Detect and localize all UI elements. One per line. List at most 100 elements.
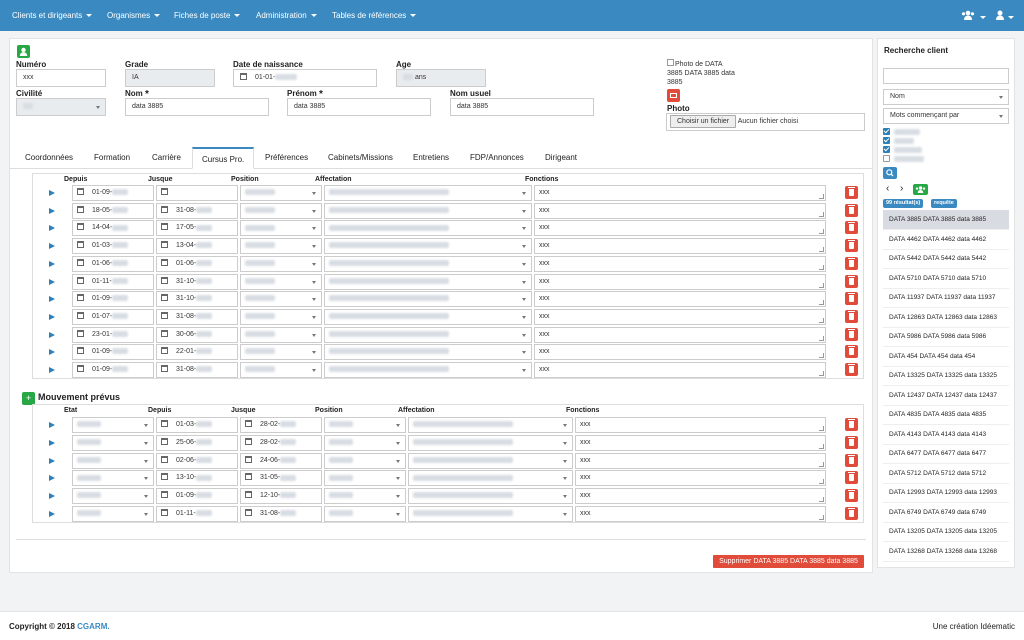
delete-row-button[interactable] xyxy=(845,435,858,449)
result-item[interactable]: DATA 5712 DATA 5712 data 5712 xyxy=(883,464,1009,484)
date-input[interactable]: 31-08- xyxy=(156,362,238,378)
expand-row-icon[interactable] xyxy=(49,367,55,373)
resize-handle[interactable] xyxy=(819,371,824,376)
resize-handle[interactable] xyxy=(819,497,824,503)
search-mode-select[interactable]: Mots commençant par xyxy=(883,108,1009,124)
delete-row-button[interactable] xyxy=(845,345,858,359)
result-item[interactable]: DATA 12993 DATA 12993 data 12993 xyxy=(883,483,1009,503)
expand-row-icon[interactable] xyxy=(49,331,55,338)
select-input[interactable] xyxy=(408,434,573,451)
date-input[interactable]: 18-05- xyxy=(72,202,154,219)
expand-row-icon[interactable] xyxy=(49,243,55,250)
select-input[interactable] xyxy=(324,362,532,378)
photo-file-input[interactable]: Choisir un fichier Aucun fichier choisi xyxy=(666,113,865,131)
result-item[interactable]: DATA 11937 DATA 11937 data 11937 xyxy=(883,288,1009,308)
select-input[interactable] xyxy=(324,220,532,237)
select-input[interactable] xyxy=(324,417,406,433)
delete-row-button[interactable] xyxy=(845,453,858,467)
date-input[interactable]: 01-03- xyxy=(156,417,238,433)
nom-input[interactable]: data 3885 xyxy=(125,98,269,116)
fonctions-textarea[interactable]: xxx xyxy=(534,326,826,343)
date-input[interactable] xyxy=(156,185,238,201)
delete-row-button[interactable] xyxy=(845,507,858,520)
expand-row-icon[interactable] xyxy=(49,296,55,303)
date-input[interactable]: 01-09- xyxy=(72,344,154,361)
requete-badge[interactable]: requête xyxy=(931,199,957,208)
fonctions-textarea[interactable]: xxx xyxy=(575,434,826,451)
fonctions-textarea[interactable]: xxx xyxy=(534,344,826,361)
fonctions-textarea[interactable]: xxx xyxy=(534,238,826,255)
delete-row-button[interactable] xyxy=(845,274,858,288)
chevron-left-icon[interactable]: ‹ xyxy=(886,184,889,194)
date-input[interactable]: 14-04- xyxy=(72,220,154,237)
nom-usuel-input[interactable]: data 3885 xyxy=(450,98,594,116)
select-input[interactable] xyxy=(408,506,573,522)
delete-row-button[interactable] xyxy=(845,239,858,253)
nav-clients[interactable]: Clients et dirigeants xyxy=(12,11,93,20)
resize-handle[interactable] xyxy=(819,353,824,359)
chevron-right-icon[interactable]: › xyxy=(900,184,903,194)
expand-row-icon[interactable] xyxy=(49,422,55,428)
date-input[interactable]: 28-02- xyxy=(240,417,322,433)
date-input[interactable]: 01-09- xyxy=(72,185,154,201)
fonctions-textarea[interactable]: xxx xyxy=(575,417,826,433)
select-input[interactable] xyxy=(324,308,532,325)
fonctions-textarea[interactable]: xxx xyxy=(575,506,826,522)
search-field-select[interactable]: Nom xyxy=(883,89,1009,105)
select-input[interactable] xyxy=(240,362,322,378)
date-input[interactable]: 01-09- xyxy=(72,362,154,378)
date-input[interactable]: 31-10- xyxy=(156,291,238,308)
expand-row-icon[interactable] xyxy=(49,493,55,500)
choose-file-button[interactable]: Choisir un fichier xyxy=(670,115,737,128)
delete-row-button[interactable] xyxy=(845,471,858,485)
result-item[interactable]: DATA 12863 DATA 12863 data 12863 xyxy=(883,308,1009,328)
filter-checkbox[interactable] xyxy=(883,146,890,153)
date-input[interactable]: 01-09- xyxy=(72,291,154,308)
resize-handle[interactable] xyxy=(819,479,824,485)
fonctions-textarea[interactable]: xxx xyxy=(575,452,826,469)
filter-checkbox[interactable] xyxy=(883,128,890,135)
delete-row-button[interactable] xyxy=(845,186,858,199)
result-item[interactable]: DATA 454 DATA 454 data 454 xyxy=(883,347,1009,367)
result-item[interactable]: DATA 5442 DATA 5442 data 5442 xyxy=(883,249,1009,269)
expand-row-icon[interactable] xyxy=(49,260,55,267)
nav-organismes[interactable]: Organismes xyxy=(107,11,161,20)
users-icon[interactable] xyxy=(913,184,928,195)
select-input[interactable] xyxy=(324,470,406,487)
result-item[interactable]: DATA 13205 DATA 13205 data 13205 xyxy=(883,522,1009,542)
date-input[interactable]: 13-04- xyxy=(156,238,238,255)
result-item[interactable]: DATA 4835 DATA 4835 data 4835 xyxy=(883,405,1009,425)
date-input[interactable]: 24-06- xyxy=(240,452,322,469)
fonctions-textarea[interactable]: xxx xyxy=(534,185,826,201)
delete-row-button[interactable] xyxy=(845,203,858,217)
expand-row-icon[interactable] xyxy=(49,457,55,464)
date-input[interactable]: 01-06- xyxy=(72,255,154,272)
result-item[interactable]: DATA 6749 DATA 6749 data 6749 xyxy=(883,503,1009,523)
tab-dirigeant[interactable]: Dirigeant xyxy=(545,153,577,162)
select-input[interactable] xyxy=(324,506,406,522)
nav-tables-references[interactable]: Tables de références xyxy=(332,11,417,20)
fonctions-textarea[interactable]: xxx xyxy=(534,308,826,325)
resize-handle[interactable] xyxy=(819,515,824,520)
resize-handle[interactable] xyxy=(819,194,824,199)
select-input[interactable] xyxy=(72,452,154,469)
delete-row-button[interactable] xyxy=(845,327,858,341)
select-input[interactable] xyxy=(72,488,154,505)
result-item[interactable]: DATA 5710 DATA 5710 data 5710 xyxy=(883,269,1009,289)
delete-row-button[interactable] xyxy=(845,292,858,306)
select-input[interactable] xyxy=(240,326,322,343)
expand-row-icon[interactable] xyxy=(49,278,55,285)
date-input[interactable]: 31-08- xyxy=(240,506,322,522)
tab-carriere[interactable]: Carrière xyxy=(152,153,181,162)
select-input[interactable] xyxy=(240,308,322,325)
brand-link[interactable]: CGARM. xyxy=(77,622,109,631)
fonctions-textarea[interactable]: xxx xyxy=(534,362,826,378)
delete-row-button[interactable] xyxy=(845,363,858,376)
date-input[interactable]: 13-10- xyxy=(156,470,238,487)
nav-fiches-de-poste[interactable]: Fiches de poste xyxy=(174,11,241,20)
date-input[interactable]: 12-10- xyxy=(240,488,322,505)
tab-coordonnees[interactable]: Coordonnées xyxy=(25,153,73,162)
select-input[interactable] xyxy=(324,291,532,308)
expand-row-icon[interactable] xyxy=(49,511,55,517)
tab-entretiens[interactable]: Entretiens xyxy=(413,153,449,162)
